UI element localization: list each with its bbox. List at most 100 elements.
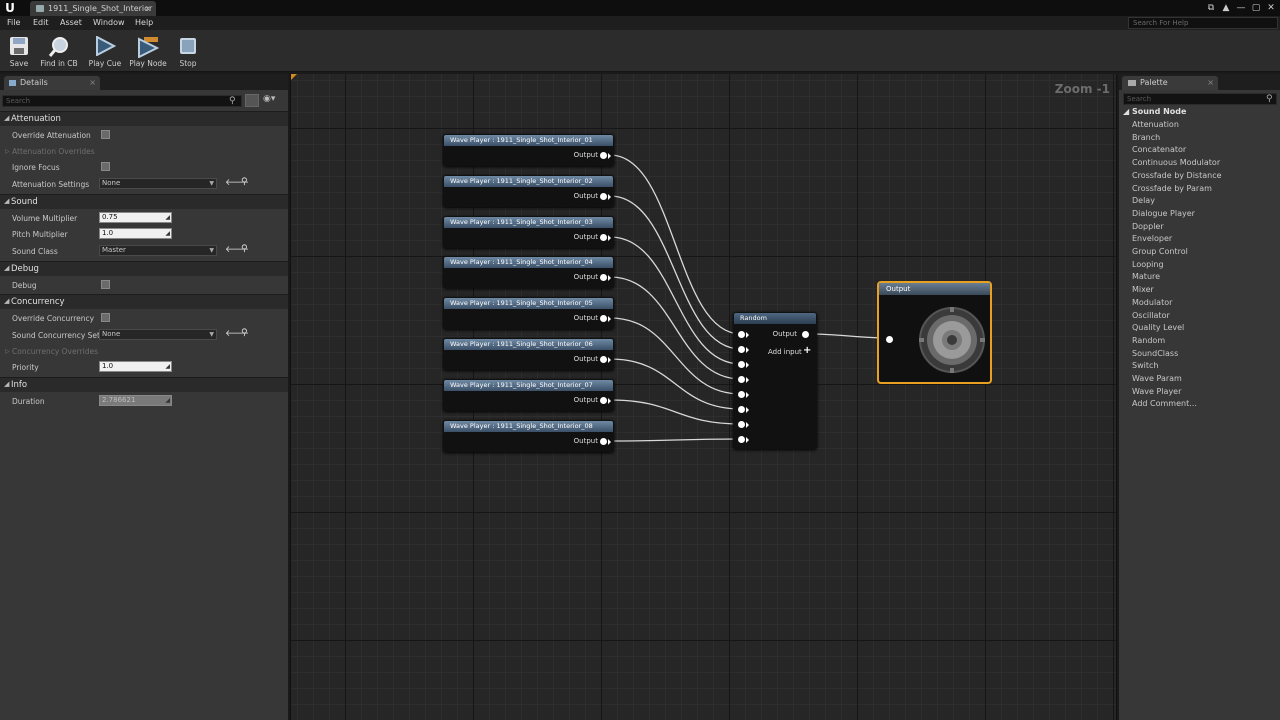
- override-concurrency-checkbox[interactable]: [101, 313, 110, 322]
- volume-multiplier-input[interactable]: 0.75 ◢: [99, 212, 172, 223]
- category-sound[interactable]: ◢ Sound: [0, 194, 288, 209]
- palette-item[interactable]: Attenuation: [1132, 120, 1179, 129]
- override-attenuation-checkbox[interactable]: [101, 130, 110, 139]
- random-input-pin[interactable]: [738, 331, 745, 338]
- debug-checkbox[interactable]: [101, 280, 110, 289]
- output-node[interactable]: Output: [877, 281, 992, 384]
- browse-search-icon[interactable]: ⚲: [241, 244, 248, 254]
- collapsed-arrow-icon[interactable]: ▷: [5, 148, 10, 155]
- help-search-input[interactable]: Search For Help: [1128, 17, 1278, 29]
- wave-player-node[interactable]: Wave Player : 1911_Single_Shot_Interior_…: [443, 297, 614, 329]
- close-palette-icon[interactable]: ×: [1207, 76, 1214, 90]
- play-cue-button[interactable]: Play Cue: [86, 32, 124, 70]
- palette-item[interactable]: Concatenator: [1132, 145, 1186, 154]
- wave-player-output-pin[interactable]: [600, 274, 607, 281]
- random-node[interactable]: Random Output Add input +: [733, 312, 817, 449]
- wave-player-output-pin[interactable]: [600, 397, 607, 404]
- random-input-pin[interactable]: [738, 421, 745, 428]
- sound-cue-graph[interactable]: Zoom -1 Wave Player : 1911_Single_Shot_I…: [290, 74, 1117, 720]
- palette-item[interactable]: Crossfade by Param: [1132, 184, 1212, 193]
- wave-player-node[interactable]: Wave Player : 1911_Single_Shot_Interior_…: [443, 216, 614, 248]
- close-window-icon[interactable]: ✕: [1266, 3, 1276, 13]
- palette-item[interactable]: Quality Level: [1132, 323, 1184, 332]
- wave-player-node[interactable]: Wave Player : 1911_Single_Shot_Interior_…: [443, 338, 614, 370]
- sound-class-combo[interactable]: Master ▼: [99, 245, 217, 256]
- wave-player-node[interactable]: Wave Player : 1911_Single_Shot_Interior_…: [443, 256, 614, 288]
- random-input-pin[interactable]: [738, 436, 745, 443]
- wave-player-output-pin[interactable]: [600, 193, 607, 200]
- menu-window[interactable]: Window: [93, 16, 125, 30]
- palette-item[interactable]: Mature: [1132, 272, 1160, 281]
- wave-player-node[interactable]: Wave Player : 1911_Single_Shot_Interior_…: [443, 134, 614, 166]
- palette-item[interactable]: Crossfade by Distance: [1132, 171, 1222, 180]
- sound-concurrency-combo[interactable]: None ▼: [99, 329, 217, 340]
- palette-item[interactable]: Doppler: [1132, 222, 1164, 231]
- random-input-pin[interactable]: [738, 376, 745, 383]
- random-input-pin[interactable]: [738, 391, 745, 398]
- palette-item[interactable]: Modulator: [1132, 298, 1172, 307]
- connection-wire[interactable]: [609, 154, 742, 335]
- ignore-focus-checkbox[interactable]: [101, 162, 110, 171]
- random-input-pin[interactable]: [738, 361, 745, 368]
- palette-item[interactable]: Wave Param: [1132, 374, 1182, 383]
- palette-item[interactable]: Add Comment...: [1132, 399, 1197, 408]
- details-tab[interactable]: Details ×: [4, 76, 100, 90]
- palette-item[interactable]: Oscillator: [1132, 311, 1170, 320]
- palette-item[interactable]: Wave Player: [1132, 387, 1181, 396]
- wave-player-output-pin[interactable]: [600, 438, 607, 445]
- palette-item[interactable]: Group Control: [1132, 247, 1188, 256]
- connection-wire[interactable]: [609, 438, 742, 442]
- palette-search-input[interactable]: Search: [1123, 93, 1277, 105]
- palette-item[interactable]: Switch: [1132, 361, 1158, 370]
- connection-wire[interactable]: [609, 399, 742, 425]
- connection-wire[interactable]: [609, 317, 742, 395]
- wave-player-node[interactable]: Wave Player : 1911_Single_Shot_Interior_…: [443, 379, 614, 411]
- palette-item[interactable]: Continuous Modulator: [1132, 158, 1220, 167]
- play-node-button[interactable]: Play Node: [127, 32, 169, 70]
- palette-item[interactable]: Delay: [1132, 196, 1155, 205]
- palette-tab[interactable]: Palette ×: [1122, 76, 1218, 90]
- connection-wire[interactable]: [609, 195, 742, 350]
- menu-edit[interactable]: Edit: [33, 16, 49, 30]
- wave-player-node[interactable]: Wave Player : 1911_Single_Shot_Interior_…: [443, 420, 614, 452]
- menu-file[interactable]: File: [7, 16, 20, 30]
- browse-search-icon[interactable]: ⚲: [241, 328, 248, 338]
- view-options-eye-icon[interactable]: ◉▾: [263, 94, 275, 104]
- palette-item[interactable]: Random: [1132, 336, 1165, 345]
- connection-wire[interactable]: [609, 358, 742, 410]
- close-tab-icon[interactable]: ×: [144, 1, 151, 16]
- close-details-icon[interactable]: ×: [89, 76, 96, 90]
- category-debug[interactable]: ◢ Debug: [0, 261, 288, 276]
- output-node-input-pin[interactable]: [886, 336, 893, 343]
- pitch-multiplier-input[interactable]: 1.0 ◢: [99, 228, 172, 239]
- stop-button[interactable]: Stop: [174, 32, 202, 70]
- palette-item[interactable]: Branch: [1132, 133, 1160, 142]
- palette-item[interactable]: Enveloper: [1132, 234, 1172, 243]
- wave-player-output-pin[interactable]: [600, 234, 607, 241]
- palette-item[interactable]: Dialogue Player: [1132, 209, 1195, 218]
- find-in-cb-button[interactable]: Find in CB: [38, 32, 80, 70]
- priority-input[interactable]: 1.0 ◢: [99, 361, 172, 372]
- connection-wire[interactable]: [609, 236, 742, 365]
- minimize-icon[interactable]: —: [1236, 3, 1246, 13]
- details-search-input[interactable]: Search: [2, 95, 242, 107]
- random-output-pin[interactable]: [802, 331, 809, 338]
- add-input-plus-icon[interactable]: +: [803, 345, 811, 356]
- random-input-pin[interactable]: [738, 346, 745, 353]
- attenuation-settings-combo[interactable]: None ▼: [99, 178, 217, 189]
- menu-asset[interactable]: Asset: [60, 16, 82, 30]
- browse-search-icon[interactable]: ⚲: [241, 177, 248, 187]
- asset-tab[interactable]: 1911_Single_Shot_Interior ×: [30, 1, 156, 16]
- category-attenuation[interactable]: ◢ Attenuation: [0, 111, 288, 126]
- category-info[interactable]: ◢ Info: [0, 377, 288, 392]
- property-matrix-icon[interactable]: [245, 94, 259, 107]
- wave-player-output-pin[interactable]: [600, 356, 607, 363]
- palette-item[interactable]: Looping: [1132, 260, 1164, 269]
- palette-category-sound-node[interactable]: ◢ Sound Node: [1123, 107, 1186, 116]
- notifications-icon[interactable]: ▲: [1221, 3, 1231, 13]
- random-input-pin[interactable]: [738, 406, 745, 413]
- palette-item[interactable]: SoundClass: [1132, 349, 1178, 358]
- wave-player-output-pin[interactable]: [600, 315, 607, 322]
- feedback-icon[interactable]: ⧉: [1206, 3, 1216, 13]
- menu-help[interactable]: Help: [135, 16, 153, 30]
